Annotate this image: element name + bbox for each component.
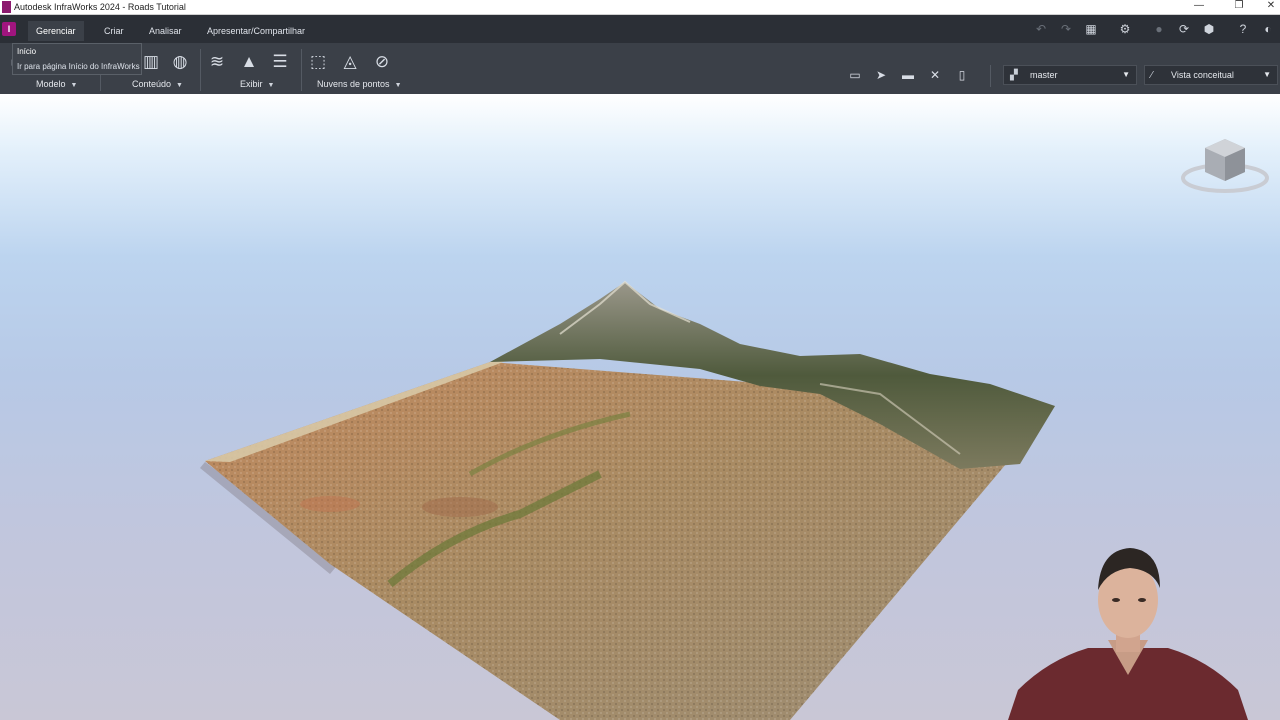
group-separator xyxy=(301,49,302,91)
gear-icon[interactable]: ⚙ xyxy=(1117,21,1133,37)
group-conteudo[interactable]: Conteúdo ▼ xyxy=(132,78,183,92)
visual-style-icon: ⁄ xyxy=(1151,70,1153,81)
help-icon[interactable]: ? xyxy=(1235,21,1251,37)
window-title: Autodesk InfraWorks 2024 - Roads Tutoria… xyxy=(14,2,186,12)
tab-analisar[interactable]: Analisar xyxy=(141,21,190,41)
tooltip-title: Início xyxy=(17,47,37,56)
globe-icon[interactable]: ● xyxy=(1151,21,1167,37)
undo-icon[interactable]: ↶ xyxy=(1033,21,1049,37)
dashboard-icon[interactable]: ▦ xyxy=(1083,21,1099,37)
tab-apresentar-compartilhar[interactable]: Apresentar/Compartilhar xyxy=(199,21,313,41)
app-home-button[interactable]: I xyxy=(2,22,16,36)
presenter-webcam-image xyxy=(1008,548,1248,720)
cloud-icon[interactable]: ⬢ xyxy=(1201,21,1217,37)
layers-icon[interactable]: ≋ xyxy=(205,51,229,73)
group-exibir[interactable]: Exibir ▼ xyxy=(240,78,274,92)
refresh-icon[interactable]: ⟳ xyxy=(1176,21,1192,37)
point-cloud-edit-icon[interactable]: ⊘ xyxy=(370,51,394,73)
chevron-down-icon: ▼ xyxy=(1263,70,1271,79)
tab-criar[interactable]: Criar xyxy=(96,21,132,41)
building-icon[interactable]: ▥ xyxy=(139,51,163,73)
minimize-button[interactable]: — xyxy=(1184,0,1214,14)
select-pointer-icon[interactable]: ➤ xyxy=(872,66,890,84)
terrain-icon[interactable]: ▲ xyxy=(237,51,261,73)
chevron-down-icon: ▼ xyxy=(1122,70,1130,79)
proposal-icon: ▞ xyxy=(1010,70,1018,81)
point-cloud-terrain-icon[interactable]: ◬ xyxy=(338,51,362,73)
maximize-button[interactable]: ❐ xyxy=(1224,0,1254,14)
nav-separator xyxy=(990,65,991,87)
user-avatar-icon[interactable]: ◐ xyxy=(1260,21,1276,37)
tooltip-description: Ir para página Início do InfraWorks xyxy=(17,62,140,71)
monitor-icon[interactable]: ▭ xyxy=(846,66,864,84)
globe-content-icon[interactable]: ◍ xyxy=(168,51,192,73)
app-logo-icon xyxy=(2,1,11,13)
tab-gerenciar[interactable]: Gerenciar xyxy=(28,21,84,41)
home-tooltip: Início Ir para página Início do InfraWor… xyxy=(12,43,142,75)
point-cloud-import-icon[interactable]: ⬚ xyxy=(306,51,330,73)
proposal-dropdown[interactable]: ▞ master ▼ xyxy=(1003,65,1137,85)
viewcube-icon[interactable] xyxy=(1180,134,1270,198)
ribbon-tab-row: I Gerenciar Criar Analisar Apresentar/Co… xyxy=(0,15,1280,43)
ribbon: I Gerenciar Criar Analisar Apresentar/Co… xyxy=(0,15,1280,94)
list-icon[interactable]: ☰ xyxy=(268,51,292,73)
close-button[interactable]: ✕ xyxy=(1256,0,1280,14)
bookmark-icon[interactable]: ▯ xyxy=(953,66,971,84)
cross-section-icon[interactable]: ✕ xyxy=(926,66,944,84)
redo-icon[interactable]: ↷ xyxy=(1058,21,1074,37)
measure-icon[interactable]: ▬ xyxy=(899,66,917,84)
title-bar: Autodesk InfraWorks 2024 - Roads Tutoria… xyxy=(0,0,1280,15)
visual-style-dropdown[interactable]: ⁄ Vista conceitual ▼ xyxy=(1144,65,1278,85)
group-modelo[interactable]: Modelo ▼ xyxy=(36,78,77,92)
group-separator xyxy=(200,49,201,91)
group-nuvens-de-pontos[interactable]: Nuvens de pontos ▼ xyxy=(317,78,402,92)
